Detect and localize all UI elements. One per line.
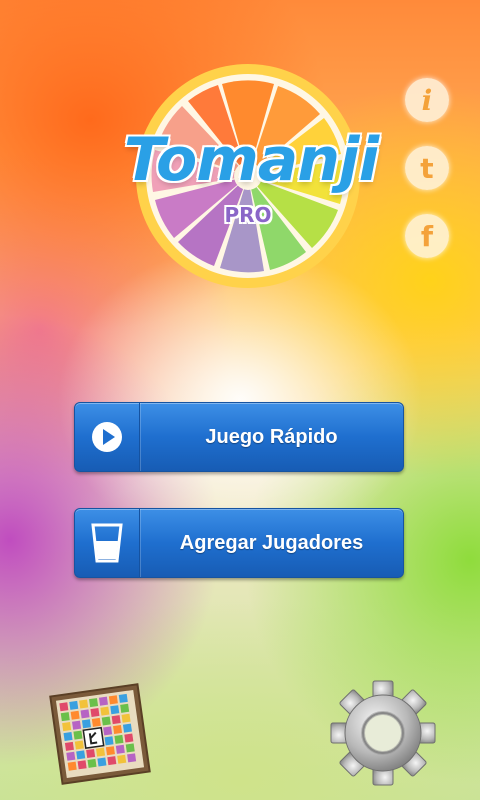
play-icon-cell xyxy=(75,403,140,471)
glass-icon-cell xyxy=(75,509,140,577)
game-board-icon xyxy=(49,683,151,785)
twitter-button[interactable]: t xyxy=(405,146,449,190)
settings-button[interactable] xyxy=(330,680,436,786)
play-icon xyxy=(92,422,122,452)
add-players-label: Agregar Jugadores xyxy=(179,531,364,554)
info-icon: i xyxy=(421,83,433,117)
settings-gear-icon xyxy=(330,680,436,786)
info-button[interactable]: i xyxy=(405,78,449,122)
app-logo: Tomanji PRO xyxy=(122,63,381,289)
logo-text: Tomanji PRO xyxy=(122,63,380,289)
add-players-button[interactable]: Agregar Jugadores xyxy=(74,508,404,578)
quick-game-label: Juego Rápido xyxy=(205,425,338,448)
facebook-button[interactable]: f xyxy=(405,214,449,258)
game-board-button[interactable] xyxy=(48,682,152,786)
quick-game-button[interactable]: Juego Rápido xyxy=(74,402,404,472)
logo-title: Tomanji xyxy=(122,124,380,197)
twitter-icon: t xyxy=(420,151,434,185)
logo-subtitle: PRO xyxy=(224,203,272,227)
glass-icon xyxy=(91,523,123,563)
facebook-icon: f xyxy=(420,219,434,253)
